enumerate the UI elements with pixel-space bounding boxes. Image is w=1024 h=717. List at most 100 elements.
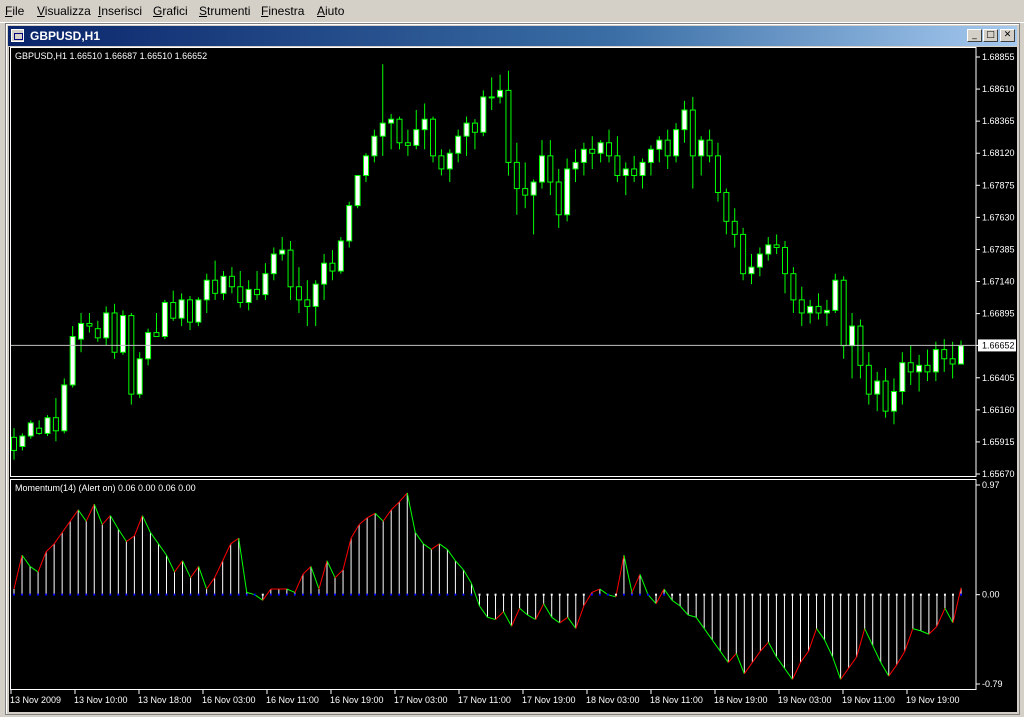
candle-body — [488, 96, 495, 99]
momentum-segment — [703, 628, 713, 641]
momentum-segment — [423, 543, 432, 550]
price-label: 1.66160 — [982, 405, 1015, 415]
chart-area[interactable]: 1.68855 1.68610 1.68365 1.68120 1.67875 1.676… — [9, 47, 1017, 712]
momentum-segment — [262, 588, 272, 601]
momentum-zero-dot — [783, 593, 786, 596]
momentum-segment — [856, 628, 866, 658]
momentum-segment — [29, 566, 39, 573]
candle-body — [228, 275, 235, 288]
momentum-zero-dot — [542, 593, 545, 596]
candle-body — [153, 332, 160, 338]
minimize-button[interactable]: _ — [967, 29, 982, 42]
momentum-zero-dot — [454, 593, 457, 596]
candle-body — [329, 262, 336, 272]
candle-body — [295, 286, 302, 301]
candle-body — [212, 279, 219, 294]
momentum-zero-dot — [342, 593, 345, 596]
momentum-segment — [751, 650, 761, 663]
momentum-segment — [366, 512, 376, 519]
momentum-zero-dot — [775, 593, 778, 596]
candle-body — [119, 315, 126, 353]
menu-bar: File Visualizza Inserisci Grafici Strumenti F… — [0, 0, 1024, 23]
momentum-segment — [591, 588, 601, 593]
momentum-segment — [310, 566, 320, 590]
momentum-segment — [109, 515, 119, 530]
price-chart-svg[interactable]: 1.68855 1.68610 1.68365 1.68120 1.67875 1.676… — [9, 47, 1017, 712]
candle-body — [262, 273, 269, 296]
momentum-segment — [880, 662, 890, 677]
momentum-zero-dot — [85, 593, 88, 596]
candle-body — [815, 305, 822, 314]
momentum-zero-dot — [767, 593, 770, 596]
momentum-segment — [350, 524, 360, 539]
momentum-segment — [904, 628, 914, 652]
candle-body — [740, 233, 747, 275]
momentum-segment — [455, 560, 464, 571]
candle-body — [94, 328, 101, 339]
momentum-segment — [920, 630, 930, 635]
candle-body — [949, 358, 956, 365]
momentum-zero-dot — [61, 593, 64, 596]
momentum-segment — [93, 504, 103, 525]
maximize-button[interactable]: □ — [983, 29, 998, 42]
candle-body — [195, 299, 202, 323]
momentum-segment — [166, 554, 175, 573]
candle-body — [337, 240, 344, 272]
momentum-segment — [141, 515, 151, 533]
price-label: 1.67140 — [982, 277, 1015, 287]
menu-file[interactable]: File — [5, 4, 24, 18]
momentum-zero-dot — [582, 593, 585, 596]
momentum-zero-dot — [205, 593, 208, 596]
price-label: 1.67875 — [982, 180, 1015, 190]
momentum-segment — [414, 532, 424, 545]
momentum-segment — [198, 566, 208, 590]
menu-grafici[interactable]: Grafici — [153, 4, 188, 18]
menu-finestra[interactable]: Finestra — [261, 4, 304, 18]
momentum-segment — [759, 641, 769, 652]
momentum-zero-dot — [350, 593, 353, 596]
momentum-zero-dot — [799, 593, 802, 596]
momentum-zero-dot — [647, 593, 650, 596]
window-titlebar[interactable]: GBPUSD,H1 _ □ ✕ — [8, 26, 1017, 46]
momentum-segment — [928, 625, 938, 635]
momentum-segment — [406, 492, 416, 533]
candle-body — [379, 122, 386, 137]
menu-visualizza[interactable]: Visualizza — [37, 4, 91, 18]
momentum-segment — [214, 560, 224, 578]
momentum-zero-dot — [13, 593, 15, 596]
momentum-segment — [936, 608, 946, 627]
candle-body — [932, 349, 939, 373]
momentum-zero-dot — [293, 593, 296, 596]
momentum-zero-dot — [301, 593, 304, 596]
candle-body — [798, 299, 805, 314]
momentum-segment — [133, 515, 143, 537]
candle-body — [44, 417, 51, 434]
momentum-segment — [527, 614, 536, 620]
candle-body — [463, 122, 470, 137]
momentum-segment — [398, 492, 408, 503]
menu-inserisci[interactable]: Inserisci — [98, 4, 142, 18]
momentum-zero-dot — [462, 593, 465, 596]
momentum-segment — [615, 555, 625, 598]
momentum-zero-dot — [37, 593, 40, 596]
momentum-segment — [663, 588, 673, 601]
momentum-segment — [623, 554, 633, 593]
candle-body — [111, 312, 118, 353]
momentum-zero-dot — [622, 593, 625, 596]
candle-body — [304, 299, 311, 307]
momentum-segment — [711, 639, 721, 652]
menu-aiuto[interactable]: Aiuto — [317, 4, 344, 18]
momentum-segment — [238, 538, 248, 593]
menu-strumenti[interactable]: Strumenti — [199, 4, 250, 18]
candle-body — [656, 139, 663, 150]
momentum-segment — [126, 535, 135, 542]
candle-body — [128, 315, 135, 395]
candle-body — [580, 148, 587, 163]
momentum-segment — [792, 662, 801, 680]
candle-body — [664, 139, 671, 157]
close-button[interactable]: ✕ — [1000, 29, 1015, 42]
candle-body — [388, 118, 395, 124]
candle-body — [890, 391, 897, 412]
candle-body — [513, 161, 520, 190]
momentum-zero-dot — [237, 593, 240, 596]
